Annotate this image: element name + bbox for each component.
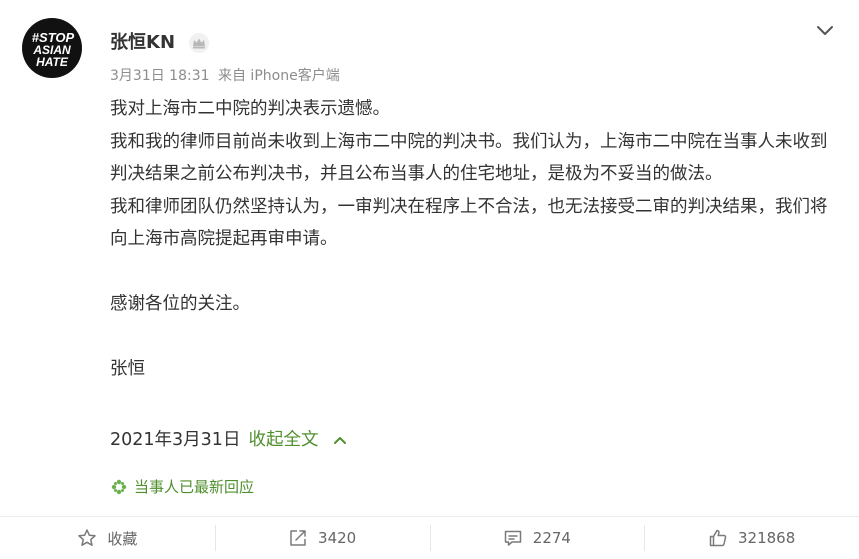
content-blank-line	[110, 321, 835, 354]
collapse-text-link[interactable]: 收起全文	[248, 424, 318, 456]
comment-count: 2274	[532, 529, 571, 547]
latest-response-link[interactable]: 当事人已最新回应	[110, 476, 254, 497]
content-paragraph: 我对上海市二中院的判决表示遗憾。	[110, 99, 390, 119]
thumbs-up-icon	[709, 529, 727, 547]
stop-asian-hate-logo: #STOP ASIAN HATE	[32, 30, 75, 69]
content-paragraph: 我和律师团队仍然坚持认为，一审判决在程序上不合法，也无法接受二审的判决结果，我们…	[110, 196, 828, 250]
share-icon	[290, 530, 306, 546]
post-meta: 3月31日 18:31 来自 iPhone客户端	[110, 66, 340, 86]
comment-icon	[504, 530, 522, 546]
content-paragraph: 感谢各位的关注。	[110, 294, 250, 314]
star-icon	[78, 529, 97, 546]
favorite-label: 收藏	[107, 529, 138, 548]
author-name[interactable]: 张恒KN	[110, 30, 175, 56]
avatar-text-line-3: HATE	[36, 55, 69, 69]
favorite-button[interactable]: 收藏	[0, 517, 215, 559]
crown-icon	[189, 33, 209, 53]
post-content: 我对上海市二中院的判决表示遗憾。 我和我的律师目前尚未收到上海市二中院的判决书。…	[110, 93, 835, 386]
content-blank-line	[110, 256, 835, 289]
post-source: 来自 iPhone客户端	[217, 68, 340, 84]
like-button[interactable]: 321868	[644, 517, 859, 559]
content-paragraph: 我和我的律师目前尚未收到上海市二中院的判决书。我们认为，上海市二中院在当事人未收…	[110, 131, 828, 185]
like-count: 321868	[737, 529, 796, 547]
sign-date-row: 2021年3月31日 收起全文	[110, 424, 348, 456]
action-bar: 收藏 3420 2274 321868	[0, 516, 859, 559]
chevron-up-icon[interactable]	[332, 432, 348, 448]
post-date[interactable]: 3月31日 18:31	[110, 68, 210, 84]
content-signature: 张恒	[110, 359, 145, 379]
comment-button[interactable]: 2274	[429, 517, 645, 559]
chevron-down-icon[interactable]	[815, 20, 835, 40]
latest-response-label: 当事人已最新回应	[134, 478, 255, 496]
avatar[interactable]: #STOP ASIAN HATE	[22, 18, 82, 78]
repost-button[interactable]: 3420	[214, 517, 430, 559]
sign-date: 2021年3月31日	[110, 430, 241, 450]
pinwheel-icon	[111, 479, 127, 494]
repost-count: 3420	[318, 529, 357, 547]
